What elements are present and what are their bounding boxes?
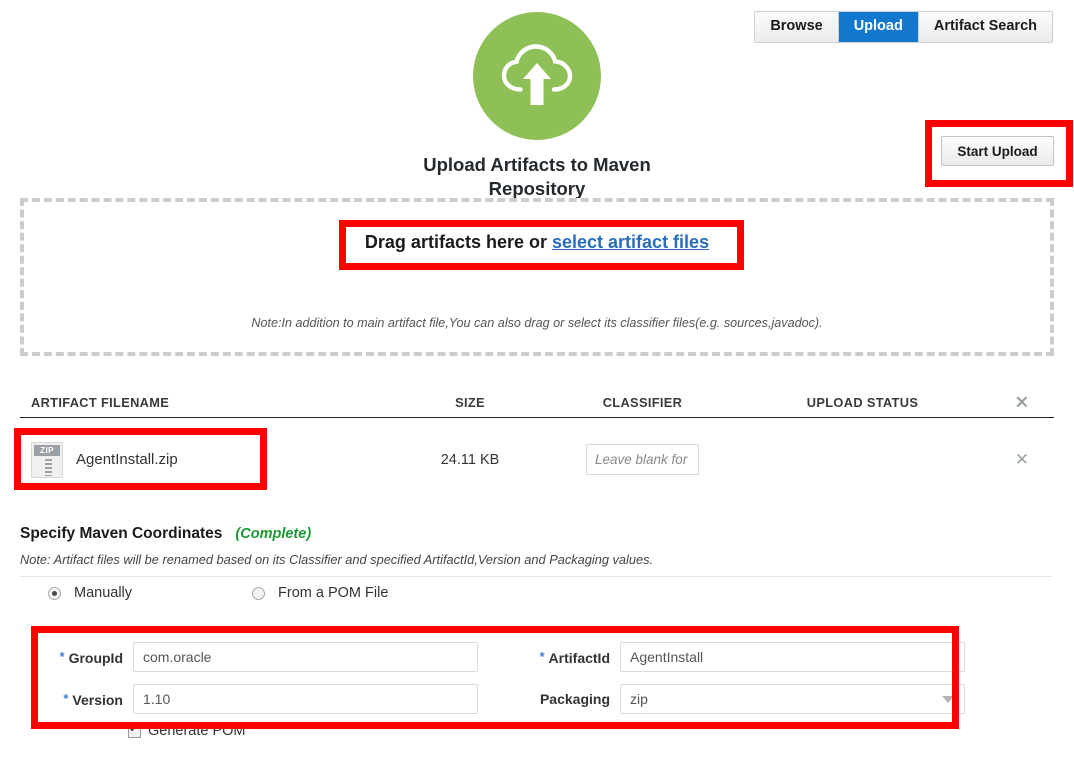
required-asterisk-icon: * (59, 648, 65, 664)
radio-manually-icon[interactable] (48, 586, 61, 600)
classifier-input[interactable] (586, 444, 699, 475)
artifact-dropzone[interactable]: Drag artifacts here or select artifact f… (20, 198, 1054, 356)
radio-from-pom-icon[interactable] (252, 586, 266, 600)
column-header-filename: ARTIFACT FILENAME (31, 395, 170, 410)
required-asterisk-icon: * (63, 690, 69, 706)
required-asterisk-icon: * (539, 648, 545, 664)
artifact-id-input[interactable] (620, 642, 965, 672)
field-group-id: * GroupId (20, 642, 478, 672)
zip-icon-label: ZIP (34, 444, 60, 456)
cell-classifier (550, 444, 735, 475)
maven-coordinates-note: Note: Artifact files will be renamed bas… (20, 552, 654, 567)
maven-coordinates-form: *GroupId *ArtifactId *Version Packaging … (20, 636, 1054, 720)
version-input[interactable] (133, 684, 478, 714)
artifact-id-label: * ArtifactId (539, 648, 610, 666)
select-artifact-files-link[interactable]: select artifact files (552, 232, 709, 252)
maven-coordinates-section: Specify Maven Coordinates (Complete) Note… (20, 525, 1054, 609)
cloud-upload-icon (473, 12, 601, 140)
packaging-select-value[interactable]: zip (620, 684, 965, 714)
packaging-label: Packaging (539, 691, 610, 707)
field-artifact-id: * ArtifactId (500, 642, 965, 672)
zip-file-icon: ZIP (31, 441, 63, 478)
dropzone-prompt: Drag artifacts here or select artifact f… (24, 232, 1050, 253)
group-id-input[interactable] (133, 642, 478, 672)
generate-pom-label: Generate POM (148, 723, 246, 739)
maven-coordinates-heading: Specify Maven Coordinates (Complete) (20, 525, 1054, 543)
dropzone-note: Note:In addition to main artifact file,Y… (251, 316, 823, 330)
remove-row-icon[interactable]: ✕ (990, 450, 1054, 470)
cell-size: 24.11 KB (440, 451, 500, 468)
coordinate-mode-radio-group: Manually From a POM File (20, 577, 1054, 609)
clear-all-icon[interactable]: ✕ (990, 393, 1054, 413)
cell-filename: ZIP AgentInstall.zip (20, 441, 390, 478)
maven-coordinates-status: (Complete) (235, 526, 312, 542)
start-upload-button[interactable]: Start Upload (941, 136, 1054, 166)
artifact-filename: AgentInstall.zip (76, 451, 178, 468)
field-packaging: Packaging zip (500, 684, 965, 714)
generate-pom-checkbox[interactable] (128, 722, 141, 738)
page-hero: Upload Artifacts to Maven Repository (0, 12, 1074, 202)
radio-manually-label: Manually (74, 585, 133, 601)
field-version: * Version (20, 684, 478, 714)
dropzone-prompt-text: Drag artifacts here or (364, 232, 552, 252)
page-title: Upload Artifacts to Maven Repository (423, 154, 651, 200)
maven-coordinates-title: Specify Maven Coordinates (20, 525, 223, 542)
upload-artifacts-page: Browse Upload Artifact Search Upload Art… (0, 0, 1074, 760)
radio-option-from-pom-file[interactable]: From a POM File (252, 585, 388, 601)
column-header-upload-status: UPLOAD STATUS (806, 395, 919, 410)
form-row-1: *GroupId *ArtifactId (20, 636, 1054, 678)
column-header-classifier: CLASSIFIER (602, 395, 683, 410)
radio-option-manually[interactable]: Manually (48, 585, 132, 601)
radio-from-pom-label: From a POM File (278, 585, 389, 601)
version-label: * Version (63, 690, 123, 708)
zip-teeth-decoration (45, 458, 52, 476)
generate-pom-row[interactable]: Generate POM (128, 722, 246, 739)
group-id-label: * GroupId (59, 648, 124, 666)
form-row-2: *Version Packaging zip (20, 678, 1054, 720)
table-header-row: ARTIFACT FILENAME SIZE CLASSIFIER UPLOAD… (20, 388, 1054, 418)
table-row: ZIP AgentInstall.zip 24.11 KB ✕ (20, 418, 1054, 501)
artifact-table: ARTIFACT FILENAME SIZE CLASSIFIER UPLOAD… (20, 388, 1054, 501)
packaging-select[interactable]: zip (620, 684, 965, 714)
column-header-size: SIZE (455, 395, 485, 410)
